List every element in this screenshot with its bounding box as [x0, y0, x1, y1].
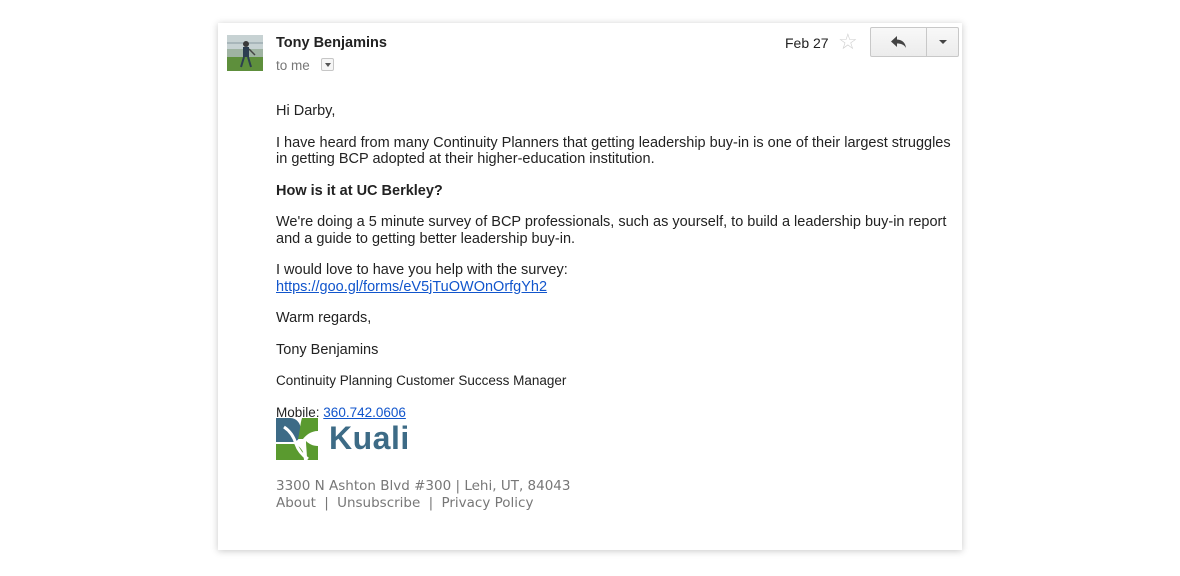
email-message-card: Tony Benjamins to me Feb 27 ☆ Hi Darby, … [218, 23, 962, 550]
kuali-logo[interactable]: Kuali [276, 417, 416, 461]
footer-separator: | [428, 495, 434, 511]
kuali-logo-mark [276, 418, 318, 461]
footer-link-privacy-policy[interactable]: Privacy Policy [441, 495, 533, 511]
survey-link[interactable]: https://goo.gl/forms/eV5jTuOWOnOrfgYh2 [276, 279, 547, 295]
closing-text: Warm regards, [276, 310, 372, 326]
star-icon[interactable]: ☆ [838, 31, 858, 53]
signature-name: Tony Benjamins [276, 341, 379, 358]
survey-paragraph: I would love to have you help with the s… [276, 262, 956, 295]
sender-name[interactable]: Tony Benjamins [276, 35, 387, 51]
greeting-text: Hi Darby, [276, 103, 336, 119]
kuali-logo-text: Kuali [329, 420, 410, 456]
body-paragraph: I have heard from many Continuity Planne… [276, 134, 951, 168]
question-heading: How is it at UC Berkley? [276, 182, 443, 199]
signature-title: Continuity Planning Customer Success Man… [276, 373, 567, 388]
footer-address: 3300 N Ashton Blvd #300 | Lehi, UT, 8404… [276, 478, 571, 494]
more-options-button[interactable] [927, 28, 958, 56]
reply-button-group [870, 27, 959, 57]
body-paragraph: We're doing a 5 minute survey of BCP pro… [276, 214, 947, 247]
recipient-details-dropdown[interactable] [321, 58, 334, 71]
message-date: Feb 27 [785, 35, 829, 51]
footer-link-about[interactable]: About [276, 495, 316, 511]
reply-button[interactable] [871, 28, 927, 56]
footer-links: About | Unsubscribe | Privacy Policy [276, 495, 570, 512]
message-body: Hi Darby, I have heard from many Continu… [276, 103, 956, 436]
email-footer: 3300 N Ashton Blvd #300 | Lehi, UT, 8404… [276, 478, 570, 512]
recipient-label: to me [276, 58, 310, 73]
avatar-photo [227, 35, 263, 71]
reply-icon [891, 36, 906, 48]
footer-separator: | [324, 495, 329, 511]
survey-text: I would love to have you help with the s… [276, 262, 568, 278]
sender-avatar[interactable] [227, 35, 263, 71]
footer-link-unsubscribe[interactable]: Unsubscribe [337, 495, 420, 511]
